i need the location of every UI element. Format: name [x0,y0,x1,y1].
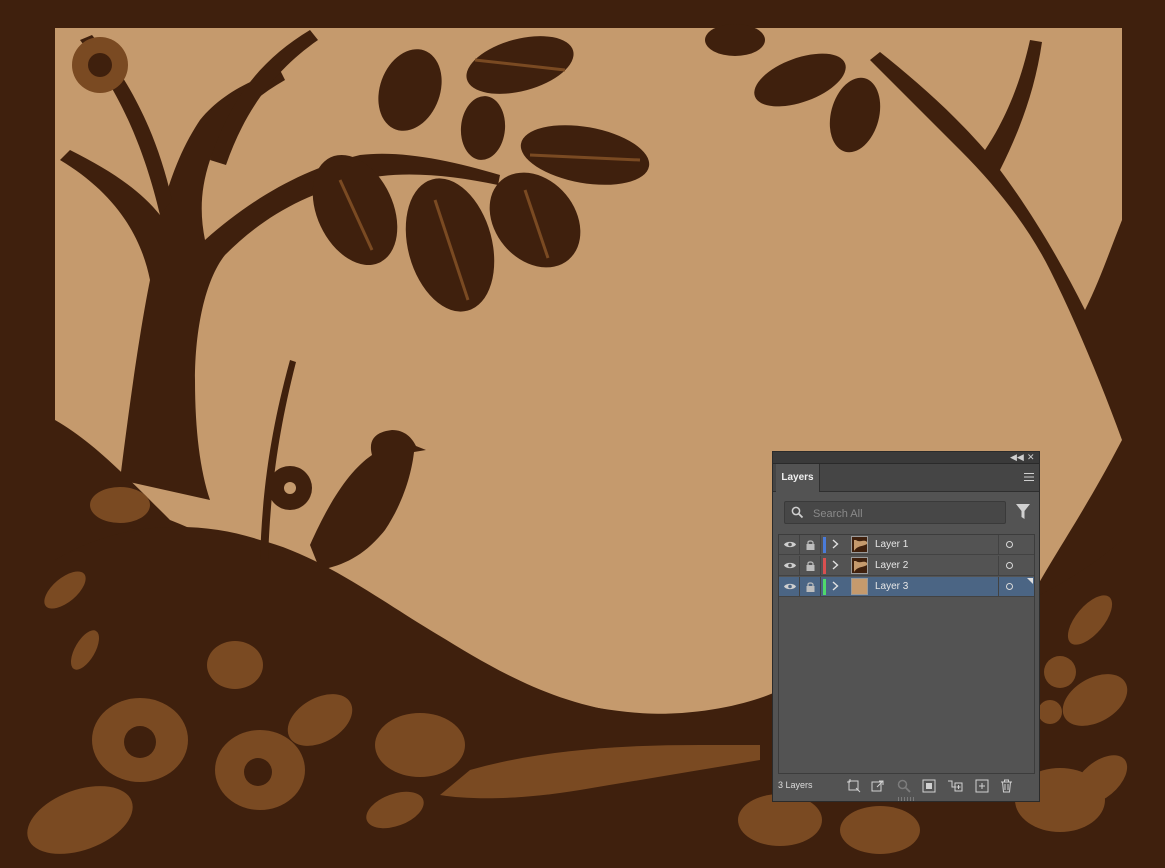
new-layer-icon[interactable] [975,779,989,793]
layer-thumbnail [851,578,868,595]
column-divider [998,577,999,596]
column-divider [820,577,821,596]
layer-name[interactable]: Layer 3 [875,581,908,592]
layer-color-bar [823,558,826,574]
layer-row[interactable]: Layer 1 [779,535,1034,555]
lock-icon[interactable] [806,561,815,571]
collect-for-export-icon[interactable] [847,779,861,793]
layers-list: Layer 1 Layer 2 Layer 3 [778,534,1035,774]
eye-icon[interactable] [784,561,796,570]
chevron-right-icon[interactable] [832,539,839,549]
double-chevron-left-icon[interactable]: ◀◀ [1010,452,1024,463]
column-divider [820,556,821,575]
lock-icon[interactable] [806,540,815,550]
search-icon [791,506,804,519]
target-circle-icon[interactable] [1006,541,1013,548]
column-divider [799,577,800,596]
resize-grip[interactable] [898,797,916,801]
layer-thumbnail [851,536,868,553]
locate-object-icon[interactable] [897,779,911,793]
panel-tab-row: Layers [773,464,1039,492]
layer-row-selected[interactable]: Layer 3 [779,577,1034,597]
eye-icon[interactable] [784,582,796,591]
close-icon[interactable]: ✕ [1027,452,1035,463]
layer-row[interactable]: Layer 2 [779,556,1034,576]
layer-color-bar [823,579,826,595]
filter-icon[interactable] [1016,504,1030,520]
target-circle-icon[interactable] [1006,562,1013,569]
hamburger-menu-icon[interactable] [1024,473,1034,481]
create-sublayer-icon[interactable] [947,779,963,793]
flower-top-left [72,37,128,93]
panel-titlebar[interactable]: ◀◀ ✕ [773,452,1039,464]
layers-search-field[interactable] [784,501,1006,524]
lock-icon[interactable] [806,582,815,592]
column-divider [799,556,800,575]
layers-panel: ◀◀ ✕ Layers Layer 1 [772,451,1040,802]
selection-indicator [1027,578,1033,584]
panel-footer: 3 Layers [773,777,1039,799]
column-divider [799,535,800,554]
layer-name[interactable]: Layer 2 [875,560,908,571]
layer-count: 3 Layers [778,780,813,790]
layer-color-bar [823,537,826,553]
eye-icon[interactable] [784,540,796,549]
tab-layers[interactable]: Layers [776,464,820,492]
target-circle-icon[interactable] [1006,583,1013,590]
chevron-right-icon[interactable] [832,560,839,570]
chevron-right-icon[interactable] [832,581,839,591]
layer-name[interactable]: Layer 1 [875,539,908,550]
trash-icon[interactable] [1000,779,1013,793]
search-input[interactable] [811,505,1000,522]
layer-thumbnail [851,557,868,574]
column-divider [998,535,999,554]
export-icon[interactable] [871,779,885,793]
column-divider [998,556,999,575]
column-divider [820,535,821,554]
make-clipping-mask-icon[interactable] [922,779,936,793]
